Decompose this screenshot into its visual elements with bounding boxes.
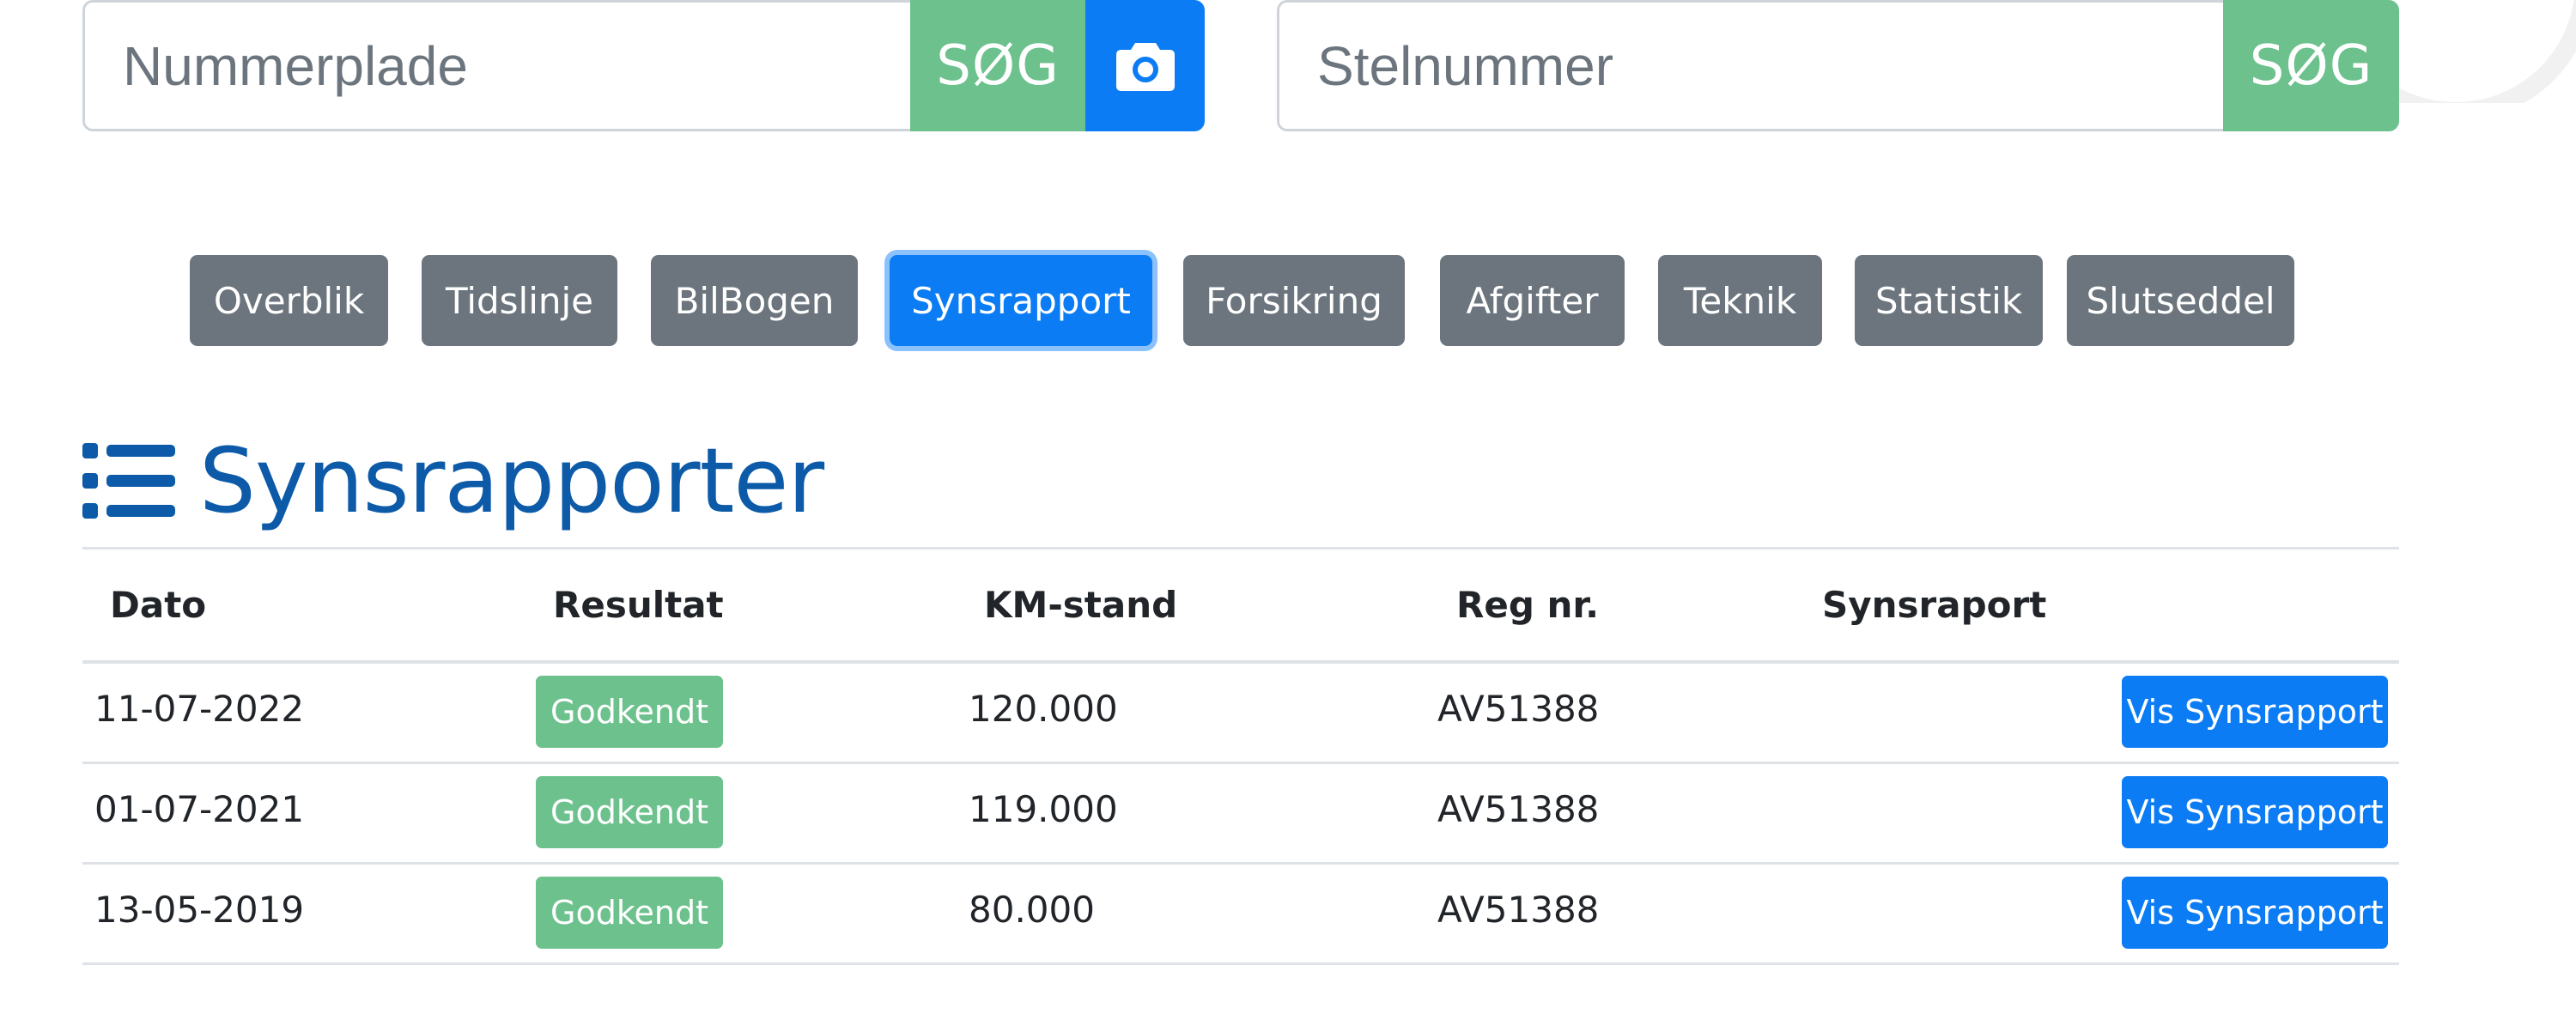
report-tabs: Overblik Tidslinje BilBogen Synsrapport … [0, 255, 2576, 346]
header-reg: Reg nr. [1456, 584, 1600, 626]
table-header: Dato Resultat KM-stand Reg nr. Synsrapor… [82, 547, 2399, 664]
tab-tidslinje[interactable]: Tidslinje [422, 255, 617, 346]
row-reg: AV51388 [1437, 788, 1600, 830]
status-badge: Godkendt [536, 877, 723, 949]
row-km: 80.000 [969, 889, 1095, 931]
header-km: KM-stand [984, 584, 1178, 626]
page-title-text: Synsrapporter [199, 428, 824, 533]
stone-search-input[interactable] [1277, 0, 2223, 131]
camera-icon [1115, 42, 1175, 91]
tab-teknik[interactable]: Teknik [1658, 255, 1822, 346]
row-date: 01-07-2021 [94, 788, 305, 830]
tab-slutseddel[interactable]: Slutseddel [2067, 255, 2294, 346]
header-result: Resultat [553, 584, 724, 626]
row-km: 119.000 [969, 788, 1118, 830]
plate-search-button[interactable]: SØG [910, 0, 1085, 131]
table-row: 01-07-2021 Godkendt 119.000 AV51388 Vis … [82, 764, 2399, 865]
page-title: Synsrapporter [82, 428, 824, 533]
tab-forsikring[interactable]: Forsikring [1183, 255, 1405, 346]
table-row: 13-05-2019 Godkendt 80.000 AV51388 Vis S… [82, 865, 2399, 965]
status-badge: Godkendt [536, 776, 723, 848]
stone-search-group: SØG [1277, 0, 2399, 131]
tab-synsrapport[interactable]: Synsrapport [890, 255, 1152, 346]
stone-search-button[interactable]: SØG [2223, 0, 2399, 131]
header-report: Synsraport [1822, 584, 2047, 626]
tab-statistik[interactable]: Statistik [1855, 255, 2043, 346]
row-reg: AV51388 [1437, 688, 1600, 730]
tab-overblik[interactable]: Overblik [190, 255, 388, 346]
header-date: Dato [110, 584, 207, 626]
view-report-button[interactable]: Vis Synsrapport [2122, 676, 2388, 748]
camera-button[interactable] [1085, 0, 1205, 131]
plate-search-group: SØG [82, 0, 1205, 131]
table-row: 11-07-2022 Godkendt 120.000 AV51388 Vis … [82, 664, 2399, 764]
tab-afgifter[interactable]: Afgifter [1440, 255, 1625, 346]
tab-bilbogen[interactable]: BilBogen [651, 255, 858, 346]
inspection-reports-table: Dato Resultat KM-stand Reg nr. Synsrapor… [82, 547, 2399, 965]
row-date: 13-05-2019 [94, 889, 305, 931]
view-report-button[interactable]: Vis Synsrapport [2122, 877, 2388, 949]
plate-search-input[interactable] [82, 0, 910, 131]
list-icon [82, 443, 175, 519]
view-report-button[interactable]: Vis Synsrapport [2122, 776, 2388, 848]
row-date: 11-07-2022 [94, 688, 305, 730]
row-reg: AV51388 [1437, 889, 1600, 931]
row-km: 120.000 [969, 688, 1118, 730]
status-badge: Godkendt [536, 676, 723, 748]
